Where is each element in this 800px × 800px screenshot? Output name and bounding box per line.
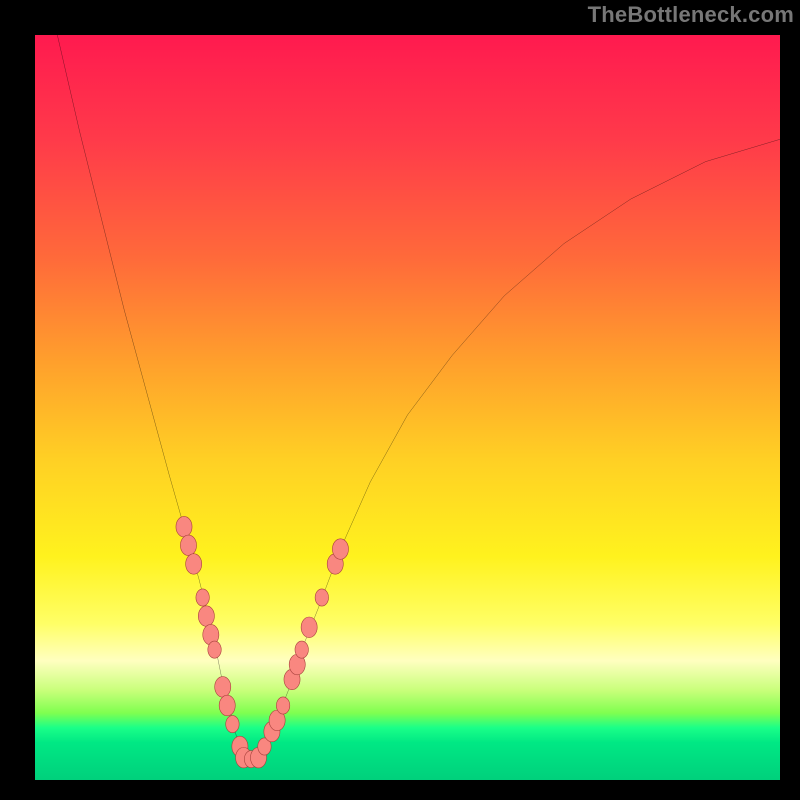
chart-svg <box>35 35 780 780</box>
watermark-text: TheBottleneck.com <box>588 2 794 28</box>
data-marker <box>176 516 192 537</box>
data-marker <box>226 716 239 733</box>
data-marker <box>276 697 289 714</box>
data-marker <box>186 554 202 575</box>
bottleneck-curve <box>57 35 780 758</box>
data-marker <box>196 589 209 606</box>
data-marker <box>219 695 235 716</box>
data-marker <box>315 589 328 606</box>
data-marker <box>198 606 214 627</box>
data-marker <box>301 617 317 638</box>
chart-frame: TheBottleneck.com <box>0 0 800 800</box>
data-marker <box>180 535 196 556</box>
data-marker <box>332 539 348 560</box>
data-marker <box>208 641 221 658</box>
data-marker <box>215 677 231 698</box>
data-marker <box>295 641 308 658</box>
data-markers <box>176 516 349 768</box>
